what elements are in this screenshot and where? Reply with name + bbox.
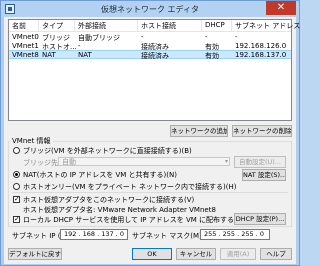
cell-external: NAT [78, 51, 92, 59]
connect-host-adapter-checkbox[interactable]: ✓ [13, 196, 20, 203]
subnet-mask-label: サブネット マスク(M): [132, 232, 205, 240]
subnet-mask-input[interactable]: 255 . 255 . 255 . 0 [200, 229, 270, 240]
divider [12, 192, 288, 193]
vmnet-info-label: VMnet 情報 [10, 136, 53, 146]
column-header-host-connection[interactable]: ホスト接続 [141, 21, 176, 31]
table-header: 名前 タイプ 外部接続 ホスト接続 DHCP サブネット アドレス [9, 20, 300, 32]
column-header-name[interactable]: 名前 [12, 21, 26, 31]
add-network-button[interactable]: ネットワークの追加(E)... [170, 125, 228, 137]
column-header-external[interactable]: 外部接続 [78, 21, 106, 31]
title-bar[interactable]: 仮想ネットワーク エディタ ✕ [1, 1, 299, 17]
cell-name: VMnet1 [12, 42, 39, 50]
cell-dhcp: 有効 [205, 52, 219, 60]
ok-button[interactable]: OK [132, 248, 172, 260]
cancel-button[interactable]: キャンセル [176, 248, 216, 260]
remove-network-button[interactable]: ネットワークの削除(O) [232, 125, 292, 137]
column-divider[interactable] [137, 20, 138, 31]
column-header-dhcp[interactable]: DHCP [205, 21, 225, 29]
cell-name: VMnet8 [12, 51, 39, 59]
bridge-to-value: 自動 [62, 158, 76, 166]
chevron-down-icon: ▾ [224, 158, 228, 165]
bridge-to-select[interactable]: 自動 ▾ [58, 157, 230, 166]
dhcp-settings-button[interactable]: DHCP 設定(P)... [234, 213, 286, 225]
cell-host: 接続済み [141, 52, 169, 60]
bridge-radio[interactable] [13, 147, 20, 154]
window-title: 仮想ネットワーク エディタ [101, 5, 199, 14]
column-divider[interactable] [231, 20, 232, 31]
cell-name: VMnet0 [12, 33, 39, 41]
cell-dhcp: - [205, 33, 208, 41]
network-table[interactable]: 名前 タイプ 外部接続 ホスト接続 DHCP サブネット アドレス VMnet0… [8, 19, 300, 121]
column-divider[interactable] [201, 20, 202, 31]
use-local-dhcp-checkbox[interactable]: ✓ [13, 216, 20, 223]
close-button[interactable]: ✕ [266, 1, 296, 15]
table-row[interactable]: VMnet1 ホストオ... - 接続済み 有効 192.168.126.0 [9, 41, 291, 51]
cell-subnet: - [235, 33, 238, 41]
cell-host: - [141, 33, 144, 41]
virtual-network-editor-window: 仮想ネットワーク エディタ ✕ 名前 タイプ 外部接続 ホスト接続 DHCP サ… [0, 0, 300, 266]
column-header-subnet[interactable]: サブネット アドレス [235, 21, 300, 31]
use-local-dhcp-label[interactable]: ローカル DHCP サービスを使用して IP アドレスを VM に配布する(D) [23, 215, 245, 225]
auto-settings-button[interactable]: 自動設定(U)... [234, 156, 286, 168]
subnet-ip-input[interactable]: 192 . 168 . 137 . 0 [60, 229, 128, 240]
host-adapter-name: ホスト仮想アダプタ名: VMware Network Adapter VMnet… [23, 206, 216, 214]
restore-defaults-button[interactable]: デフォルトに戻す(R) [8, 248, 62, 260]
help-button[interactable]: ヘルプ [260, 248, 292, 260]
bridge-option-label[interactable]: ブリッジ(VM を外部ネットワークに直接接続する)(B) [23, 146, 192, 156]
cell-subnet: 192.168.137.0 [235, 51, 287, 59]
connect-host-adapter-label[interactable]: ホスト仮想アダプタをこのネットワークに接続する(V) [23, 195, 194, 205]
column-header-type[interactable]: タイプ [42, 21, 63, 31]
column-divider[interactable] [74, 20, 75, 31]
dialog-client-area: 名前 タイプ 外部接続 ホスト接続 DHCP サブネット アドレス VMnet0… [4, 17, 300, 264]
cell-subnet: 192.168.126.0 [235, 42, 287, 50]
cell-external: - [78, 42, 81, 50]
nat-settings-button[interactable]: NAT 設定(S)... [242, 169, 286, 181]
table-row-selected[interactable]: VMnet8 NAT NAT 接続済み 有効 192.168.137.0 [9, 50, 291, 60]
hostonly-radio[interactable] [13, 183, 20, 190]
nat-option-label[interactable]: NAT(ホストの IP アドレスを VM と共有する)(N) [23, 170, 177, 180]
cell-type: NAT [42, 51, 56, 59]
column-divider[interactable] [38, 20, 39, 31]
apply-button[interactable]: 適用(A) [220, 248, 256, 260]
table-row[interactable]: VMnet0 ブリッジ 自動ブリッジ - - - [9, 32, 291, 42]
nat-radio[interactable] [13, 171, 20, 178]
hostonly-option-label[interactable]: ホストオンリー(VM をプライベート ネットワーク内で接続する)(H) [23, 182, 236, 192]
